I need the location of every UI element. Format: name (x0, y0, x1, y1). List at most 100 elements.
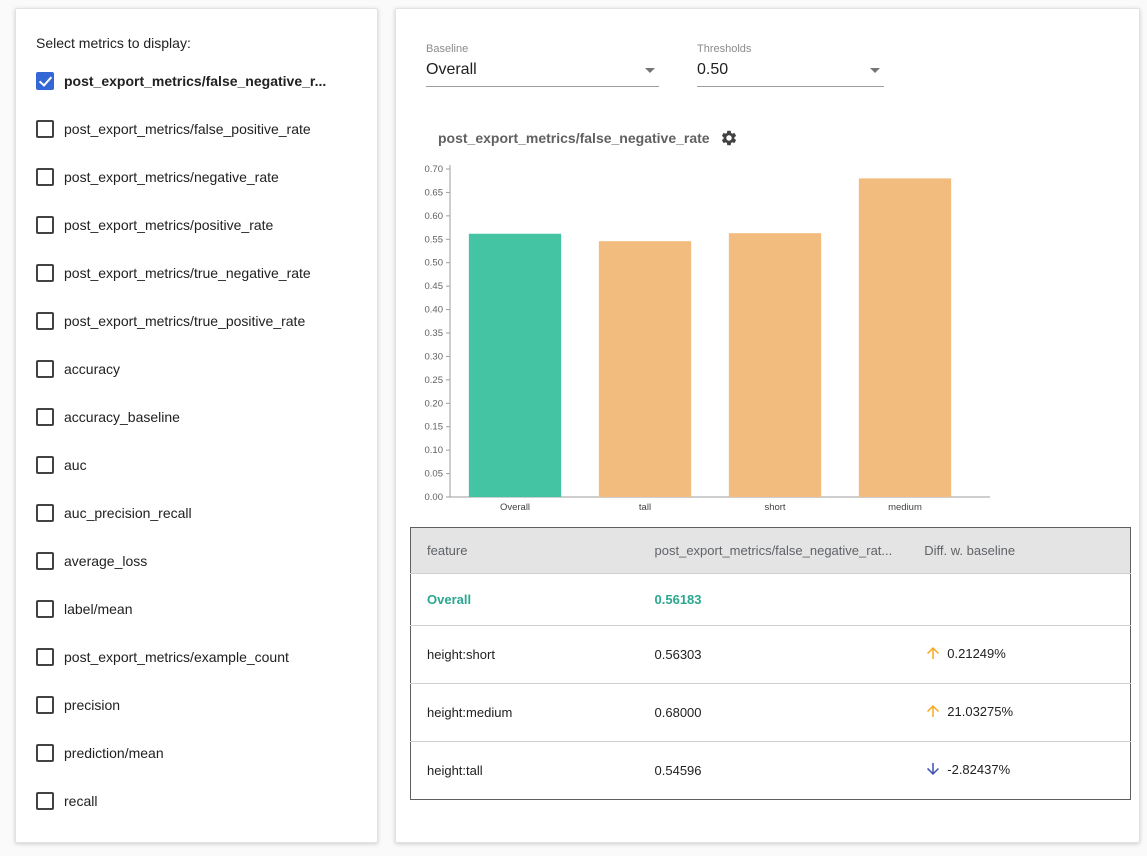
svg-text:0.50: 0.50 (425, 258, 444, 269)
checkbox-unchecked-icon[interactable] (36, 792, 54, 810)
diff-cell: -2.82437% (908, 742, 1130, 800)
metric-checkbox-item[interactable]: precision (36, 681, 357, 729)
checkbox-unchecked-icon[interactable] (36, 312, 54, 330)
metric-label: post_export_metrics/example_count (64, 649, 289, 665)
diff-value: 21.03275% (947, 704, 1013, 719)
metric-checkbox-item[interactable]: prediction/mean (36, 729, 357, 777)
chart-header: post_export_metrics/false_negative_rate (438, 129, 1125, 147)
svg-text:0.70: 0.70 (425, 164, 444, 175)
metric-checkbox-item[interactable]: auc_precision_recall (36, 489, 357, 537)
metric-label: precision (64, 697, 120, 713)
checkbox-unchecked-icon[interactable] (36, 696, 54, 714)
checkbox-checked-icon[interactable] (36, 72, 54, 90)
chart-title: post_export_metrics/false_negative_rate (438, 130, 710, 146)
table-row[interactable]: height:tall0.54596-2.82437% (411, 742, 1131, 800)
feature-cell: height:short (411, 626, 639, 684)
metric-label: accuracy (64, 361, 120, 377)
checkbox-unchecked-icon[interactable] (36, 360, 54, 378)
bar-tall[interactable] (599, 241, 691, 497)
column-header-diff: Diff. w. baseline (908, 528, 1130, 574)
table-row[interactable]: height:short0.56303 0.21249% (411, 626, 1131, 684)
metric-list: post_export_metrics/false_negative_r...p… (36, 57, 357, 825)
metric-label: prediction/mean (64, 745, 164, 761)
metric-checkbox-item[interactable]: post_export_metrics/false_positive_rate (36, 105, 357, 153)
results-panel: Baseline Overall Thresholds 0.50 post_ex… (395, 8, 1140, 843)
metric-checkbox-item[interactable]: average_loss (36, 537, 357, 585)
baseline-select-box[interactable]: Overall (426, 60, 659, 87)
thresholds-select-label: Thresholds (697, 43, 884, 55)
feature-cell: Overall (411, 574, 639, 626)
checkbox-unchecked-icon[interactable] (36, 120, 54, 138)
checkbox-unchecked-icon[interactable] (36, 744, 54, 762)
bar-chart: 0.000.050.100.150.200.250.300.350.400.45… (410, 157, 1010, 519)
diff-cell: 0.21249% (908, 626, 1130, 684)
bar-Overall[interactable] (469, 234, 561, 497)
table-row[interactable]: Overall0.56183 (411, 574, 1131, 626)
metric-value-cell: 0.56183 (639, 574, 909, 626)
metric-checkbox-item[interactable]: post_export_metrics/true_negative_rate (36, 249, 357, 297)
diff-value: 0.21249% (947, 646, 1006, 661)
bar-medium[interactable] (859, 178, 951, 497)
checkbox-unchecked-icon[interactable] (36, 408, 54, 426)
dropdown-arrow-icon (870, 68, 880, 73)
feature-cell: height:tall (411, 742, 639, 800)
baseline-select-label: Baseline (426, 43, 659, 55)
diff-value: -2.82437% (947, 762, 1010, 777)
svg-text:0.10: 0.10 (425, 445, 444, 456)
controls-row: Baseline Overall Thresholds 0.50 (426, 43, 1125, 87)
thresholds-select-box[interactable]: 0.50 (697, 60, 884, 87)
metric-label: post_export_metrics/negative_rate (64, 169, 279, 185)
svg-text:0.65: 0.65 (425, 187, 444, 198)
column-header-feature: feature (411, 528, 639, 574)
svg-text:0.05: 0.05 (425, 469, 444, 480)
x-axis-tick-label: tall (639, 502, 651, 513)
baseline-select[interactable]: Baseline Overall (426, 43, 659, 87)
baseline-selected-value: Overall (426, 61, 477, 79)
feature-cell: height:medium (411, 684, 639, 742)
metric-checkbox-item[interactable]: post_export_metrics/example_count (36, 633, 357, 681)
bar-short[interactable] (729, 233, 821, 497)
metric-checkbox-item[interactable]: post_export_metrics/negative_rate (36, 153, 357, 201)
svg-text:0.60: 0.60 (425, 211, 444, 222)
settings-gear-icon[interactable] (720, 129, 738, 147)
metric-checkbox-item[interactable]: post_export_metrics/true_positive_rate (36, 297, 357, 345)
svg-text:0.15: 0.15 (425, 422, 444, 433)
svg-text:0.35: 0.35 (425, 328, 444, 339)
dropdown-arrow-icon (645, 68, 655, 73)
metric-checkbox-item[interactable]: post_export_metrics/false_negative_r... (36, 57, 357, 105)
checkbox-unchecked-icon[interactable] (36, 600, 54, 618)
table-header-row: feature post_export_metrics/false_negati… (411, 528, 1131, 574)
metric-value-cell: 0.56303 (639, 626, 909, 684)
metric-label: auc_precision_recall (64, 505, 192, 521)
checkbox-unchecked-icon[interactable] (36, 168, 54, 186)
metric-label: post_export_metrics/positive_rate (64, 217, 273, 233)
metric-checkbox-item[interactable]: post_export_metrics/positive_rate (36, 201, 357, 249)
metric-checkbox-item[interactable]: auc (36, 441, 357, 489)
svg-text:0.40: 0.40 (425, 305, 444, 316)
checkbox-unchecked-icon[interactable] (36, 504, 54, 522)
checkbox-unchecked-icon[interactable] (36, 264, 54, 282)
down-arrow-icon (924, 760, 942, 778)
metric-value-cell: 0.68000 (639, 684, 909, 742)
diff-cell (908, 574, 1130, 626)
up-arrow-icon (924, 644, 942, 662)
diff-cell: 21.03275% (908, 684, 1130, 742)
x-axis-tick-label: short (764, 502, 785, 513)
metric-label: post_export_metrics/false_positive_rate (64, 121, 311, 137)
thresholds-selected-value: 0.50 (697, 61, 728, 79)
svg-text:0.55: 0.55 (425, 234, 444, 245)
checkbox-unchecked-icon[interactable] (36, 216, 54, 234)
metric-checkbox-item[interactable]: accuracy_baseline (36, 393, 357, 441)
metric-label: post_export_metrics/true_positive_rate (64, 313, 305, 329)
x-axis-tick-label: Overall (500, 502, 530, 513)
metric-checkbox-item[interactable]: accuracy (36, 345, 357, 393)
metric-checkbox-item[interactable]: recall (36, 777, 357, 825)
checkbox-unchecked-icon[interactable] (36, 552, 54, 570)
column-header-metric: post_export_metrics/false_negative_rat..… (639, 528, 909, 574)
checkbox-unchecked-icon[interactable] (36, 456, 54, 474)
metric-label: recall (64, 793, 97, 809)
checkbox-unchecked-icon[interactable] (36, 648, 54, 666)
metric-checkbox-item[interactable]: label/mean (36, 585, 357, 633)
table-row[interactable]: height:medium0.68000 21.03275% (411, 684, 1131, 742)
thresholds-select[interactable]: Thresholds 0.50 (697, 43, 884, 87)
